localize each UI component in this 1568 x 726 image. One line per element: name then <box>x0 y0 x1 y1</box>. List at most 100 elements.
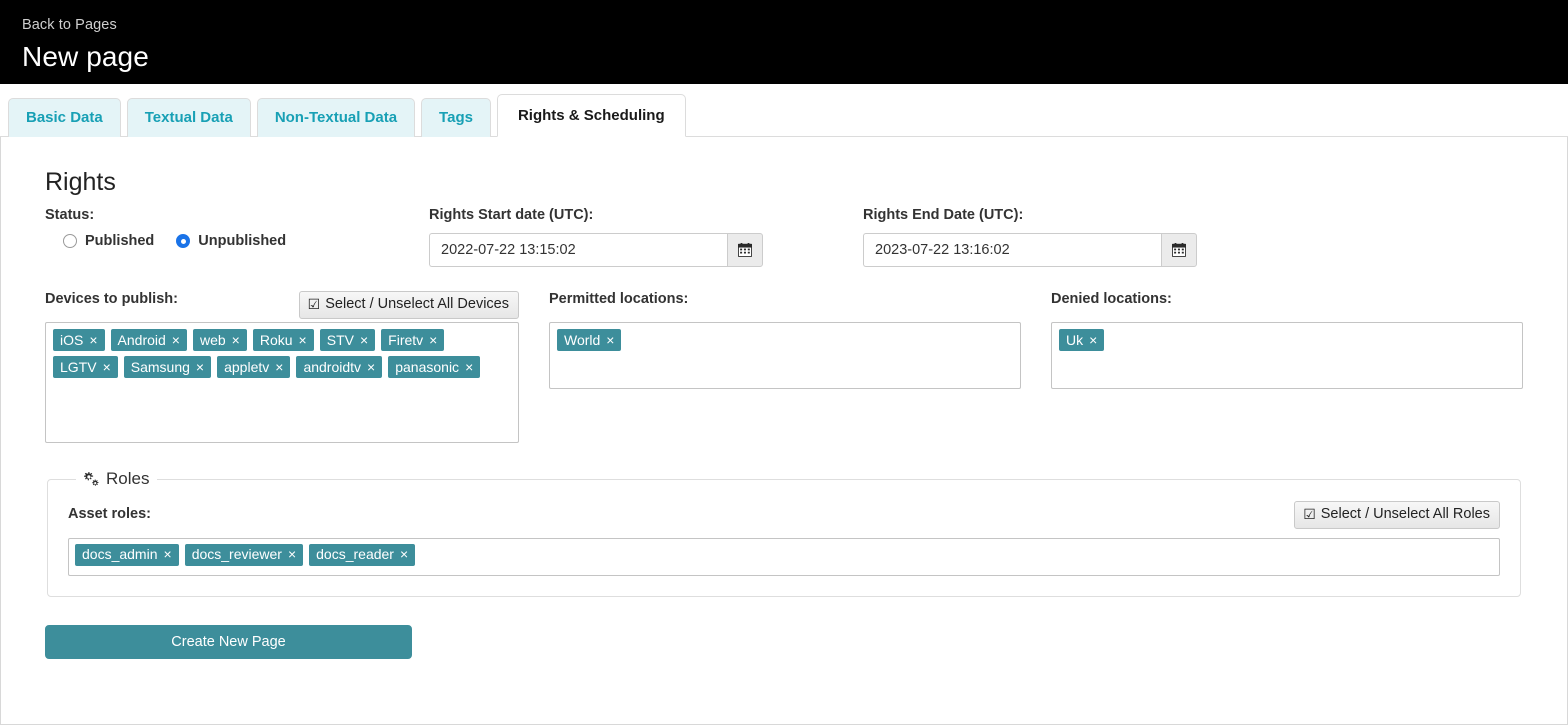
device-tag[interactable]: Firetv × <box>381 329 445 352</box>
device-tag[interactable]: Android × <box>110 329 187 352</box>
tab-rights-and-scheduling[interactable]: Rights & Scheduling <box>496 93 686 137</box>
permitted-locations-field-group: Permitted locations: World × <box>548 291 1021 443</box>
device-tag[interactable]: Samsung × <box>123 356 212 379</box>
start-date-calendar-button[interactable] <box>727 233 763 268</box>
remove-device-tag-icon[interactable]: × <box>429 333 437 347</box>
device-tag[interactable]: web × <box>192 329 247 352</box>
checked-box-icon: ☑ <box>1303 506 1316 523</box>
device-tag[interactable]: panasonic × <box>388 356 481 379</box>
permitted-locations-header: Permitted locations: <box>549 291 1021 313</box>
device-tag-label: androidtv <box>303 358 362 375</box>
device-tag[interactable]: LGTV × <box>53 356 118 379</box>
create-new-page-button[interactable]: Create New Page <box>45 624 412 659</box>
section-title-rights: Rights <box>45 168 116 196</box>
radio-unpublished-label: Unpublished <box>198 233 287 250</box>
status-field-group: Status: Published Unpublished <box>45 207 429 249</box>
end-date-input[interactable] <box>863 233 1161 268</box>
asset-role-tag[interactable]: docs_reviewer × <box>184 543 304 566</box>
status-radio-group: Published Unpublished <box>45 233 429 249</box>
remove-device-tag-icon[interactable]: × <box>172 333 180 347</box>
device-tag-label: Samsung <box>130 358 190 375</box>
device-tag-label: Android <box>117 331 166 348</box>
radio-option-unpublished[interactable]: Unpublished <box>176 233 286 249</box>
device-tag-label: LGTV <box>60 358 97 375</box>
start-date-input[interactable] <box>429 233 727 268</box>
gears-icon <box>84 471 99 486</box>
permitted-locations-tag-box[interactable]: World × <box>548 322 1021 390</box>
remove-device-tag-icon[interactable]: × <box>275 360 283 374</box>
remove-device-tag-icon[interactable]: × <box>232 333 240 347</box>
asset-roles-header: Asset roles: ☑ Select / Unselect All Rol… <box>68 501 1500 529</box>
remove-device-tag-icon[interactable]: × <box>299 333 307 347</box>
device-tag-label: Firetv <box>388 331 424 348</box>
start-date-input-group <box>429 233 763 268</box>
roles-fieldset: Roles Asset roles: ☑ Select / Unselect A… <box>47 469 1521 597</box>
select-all-roles-button[interactable]: ☑ Select / Unselect All Roles <box>1294 501 1500 529</box>
device-tag-label: panasonic <box>395 358 460 375</box>
start-date-field-group: Rights Start date (UTC): <box>429 207 813 268</box>
end-date-calendar-button[interactable] <box>1161 233 1197 268</box>
radio-published-label: Published <box>85 233 155 250</box>
device-tag[interactable]: Roku × <box>252 329 314 352</box>
remove-device-tag-icon[interactable]: × <box>360 333 368 347</box>
remove-device-tag-icon[interactable]: × <box>196 360 204 374</box>
checked-box-icon: ☑ <box>307 296 321 313</box>
remove-asset-role-tag-icon[interactable]: × <box>400 547 408 561</box>
denied-locations-field-group: Denied locations: Uk × <box>1051 291 1524 443</box>
roles-legend: Roles <box>76 469 157 489</box>
back-to-pages-link[interactable]: Back to Pages <box>22 17 117 34</box>
tab-strip: Basic Data Textual Data Non-Textual Data… <box>0 84 1568 137</box>
select-all-roles-label: Select / Unselect All Roles <box>1320 506 1490 523</box>
asset-role-tag-label: docs_admin <box>82 546 158 563</box>
denied-locations-tag-box[interactable]: Uk × <box>1051 322 1524 390</box>
radio-option-published[interactable]: Published <box>63 233 154 249</box>
denied-location-tag-label: Uk <box>1066 331 1084 348</box>
remove-asset-role-tag-icon[interactable]: × <box>164 547 172 561</box>
denied-location-tag[interactable]: Uk × <box>1059 329 1105 352</box>
app-header: Back to Pages New page <box>0 0 1568 84</box>
remove-device-tag-icon[interactable]: × <box>465 360 473 374</box>
end-date-label: Rights End Date (UTC): <box>863 207 1024 223</box>
permitted-location-tag-label: World <box>563 331 601 348</box>
devices-header: Devices to publish: ☑ Select / Unselect … <box>45 291 519 319</box>
device-tag[interactable]: STV × <box>319 329 376 352</box>
radio-unpublished-indicator[interactable] <box>176 234 191 249</box>
end-date-input-group <box>863 233 1197 268</box>
radio-published-indicator[interactable] <box>63 234 77 249</box>
remove-denied-location-tag-icon[interactable]: × <box>1089 333 1097 347</box>
asset-role-tag-label: docs_reader <box>316 546 394 563</box>
status-label: Status: <box>45 207 95 223</box>
end-date-field-group: Rights End Date (UTC): <box>863 207 1247 268</box>
tab-non-textual-data[interactable]: Non-Textual Data <box>256 97 416 137</box>
remove-device-tag-icon[interactable]: × <box>89 333 97 347</box>
tab-tags[interactable]: Tags <box>421 97 491 137</box>
device-tag-label: web <box>199 331 226 348</box>
device-tag[interactable]: iOS × <box>53 329 105 352</box>
page-title: New page <box>22 41 149 72</box>
device-tag-label: iOS <box>60 331 84 348</box>
devices-tag-box[interactable]: iOS × Android × web × Roku × STV × Firetv × LGTV × Sam… <box>45 322 519 444</box>
select-all-devices-label: Select / Unselect All Devices <box>325 296 509 313</box>
tab-basic-data[interactable]: Basic Data <box>8 97 121 137</box>
device-tag-label: appletv <box>224 358 270 375</box>
asset-roles-label: Asset roles: <box>68 506 152 523</box>
rights-scheduling-panel: Rights Status: Published Unpublished Rig… <box>0 137 1568 725</box>
calendar-icon <box>738 243 752 258</box>
remove-permitted-location-tag-icon[interactable]: × <box>606 333 614 347</box>
device-tag[interactable]: androidtv × <box>296 356 383 379</box>
permitted-location-tag[interactable]: World × <box>556 329 622 352</box>
select-all-devices-button[interactable]: ☑ Select / Unselect All Devices <box>298 291 519 319</box>
asset-role-tag[interactable]: docs_admin × <box>75 543 179 566</box>
tab-textual-data[interactable]: Textual Data <box>126 97 251 137</box>
remove-device-tag-icon[interactable]: × <box>103 360 111 374</box>
asset-role-tag[interactable]: docs_reader × <box>309 543 416 566</box>
remove-device-tag-icon[interactable]: × <box>367 360 375 374</box>
denied-locations-header: Denied locations: <box>1051 291 1523 313</box>
asset-roles-tag-box[interactable]: docs_admin × docs_reviewer × docs_reader × <box>68 537 1500 576</box>
remove-asset-role-tag-icon[interactable]: × <box>288 547 296 561</box>
devices-field-group: Devices to publish: ☑ Select / Unselect … <box>45 291 519 444</box>
start-date-label: Rights Start date (UTC): <box>429 207 594 223</box>
device-tag-label: STV <box>326 331 354 348</box>
calendar-icon <box>1172 243 1186 258</box>
device-tag[interactable]: appletv × <box>217 356 291 379</box>
